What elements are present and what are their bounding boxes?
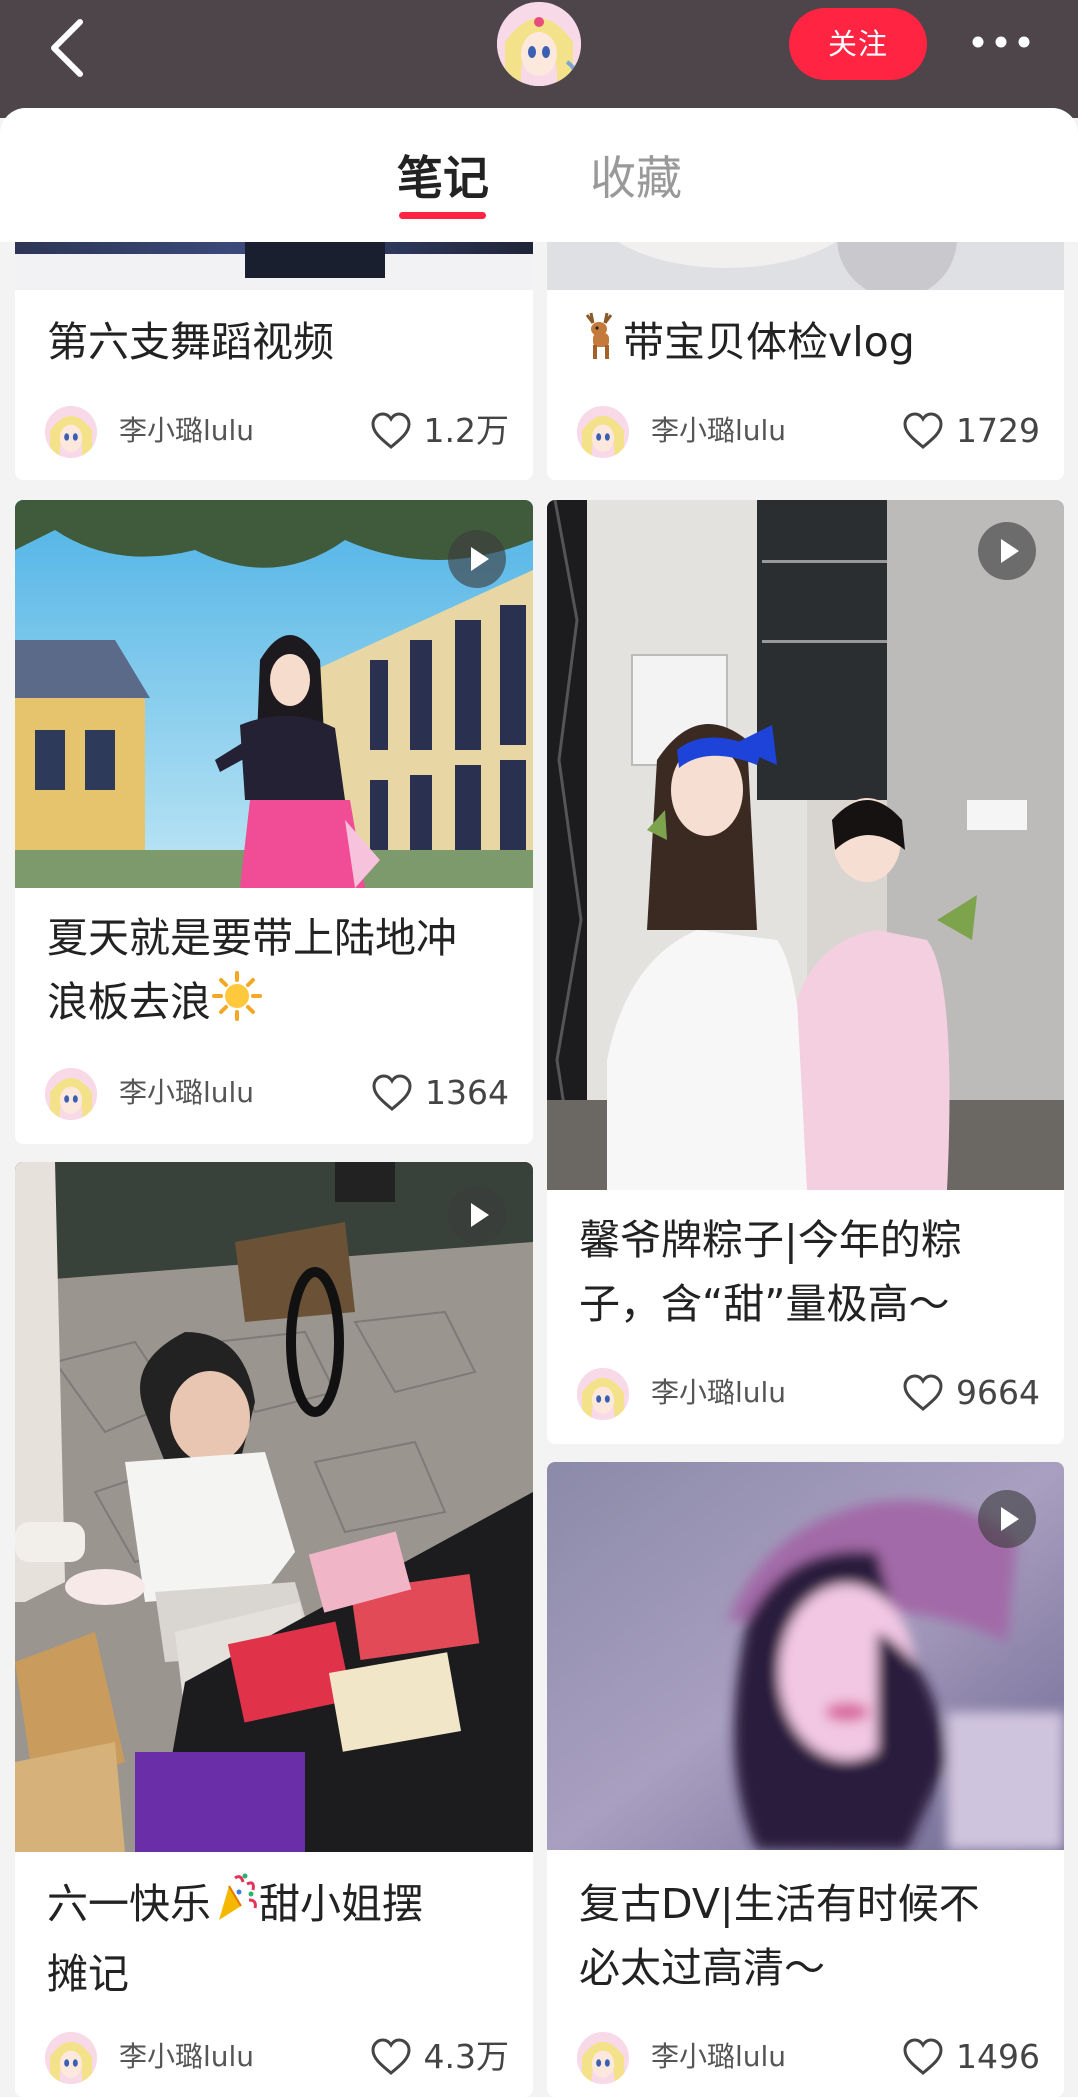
like-count: 4.3万 xyxy=(423,2037,509,2076)
note-title-line1-rest: 甜小姐摆 xyxy=(259,1880,423,1928)
note-title-line2: 子，含“甜”量极高～ xyxy=(579,1280,950,1328)
note-title: 第六支舞蹈视频 xyxy=(47,318,334,366)
like-button[interactable]: 9664 xyxy=(902,1370,1040,1416)
note-title-line2: 必太过高清～ xyxy=(579,1944,825,1992)
heart-icon xyxy=(903,2038,943,2075)
note-title-line2: 浪板去浪 xyxy=(47,978,211,1026)
active-tab-indicator xyxy=(399,212,486,219)
content-panel: 笔记 收藏 第六支舞蹈视频 李小璐lulu 1.2万 带宝贝体检vlog 李小璐… xyxy=(0,108,1078,2097)
confetti-emoji xyxy=(211,1872,259,1942)
profile-avatar[interactable] xyxy=(497,2,581,86)
top-bar: 关注 xyxy=(0,0,1078,118)
like-count: 9664 xyxy=(956,1373,1040,1412)
like-button[interactable]: 1496 xyxy=(902,2034,1040,2080)
note-title: 馨爷牌粽子|今年的粽 子，含“甜”量极高～ xyxy=(579,1208,1044,1336)
note-title-line1: 馨爷牌粽子|今年的粽 xyxy=(579,1216,962,1264)
heart-icon xyxy=(371,2038,411,2075)
author-avatar[interactable] xyxy=(577,2032,629,2084)
note-title: 六一快乐 甜小姐摆 摊记 xyxy=(47,1872,513,2006)
author-name[interactable]: 李小璐lulu xyxy=(119,412,254,450)
note-title-line1: 夏天就是要带上陆地冲 xyxy=(47,914,457,962)
sun-emoji xyxy=(211,970,263,1040)
play-icon xyxy=(978,1490,1036,1548)
author-avatar[interactable] xyxy=(577,1368,629,1420)
note-meta: 李小璐lulu 1.2万 xyxy=(45,402,509,460)
author-name[interactable]: 李小璐lulu xyxy=(119,1074,254,1112)
tab-bar: 笔记 收藏 xyxy=(0,108,1078,242)
author-avatar[interactable] xyxy=(45,1068,97,1120)
heart-icon xyxy=(903,412,943,449)
deer-emoji xyxy=(579,311,623,379)
note-title-line1: 复古DV|生活有时候不 xyxy=(579,1880,980,1928)
author-avatar[interactable] xyxy=(45,406,97,458)
like-count: 1496 xyxy=(956,2037,1040,2076)
note-title: 复古DV|生活有时候不 必太过高清～ xyxy=(579,1872,1044,2000)
like-button[interactable]: 1.2万 xyxy=(370,408,509,454)
more-dots-icon[interactable] xyxy=(966,22,1036,62)
note-cover-image xyxy=(547,1462,1064,1850)
author-avatar[interactable] xyxy=(577,406,629,458)
like-count: 1.2万 xyxy=(423,411,509,450)
author-name[interactable]: 李小璐lulu xyxy=(651,1374,786,1412)
author-name[interactable]: 李小璐lulu xyxy=(651,412,786,450)
note-title-line2: 摊记 xyxy=(47,1950,129,1998)
play-icon xyxy=(448,1186,506,1244)
author-avatar[interactable] xyxy=(45,2032,97,2084)
like-button[interactable]: 4.3万 xyxy=(370,2034,509,2080)
note-meta: 李小璐lulu 1729 xyxy=(577,402,1040,460)
note-meta: 李小璐lulu 1364 xyxy=(45,1064,509,1122)
like-count: 1729 xyxy=(956,411,1040,450)
note-title-line1: 六一快乐 xyxy=(47,1880,211,1928)
note-card[interactable]: 夏天就是要带上陆地冲 浪板去浪 李小璐lulu 1364 xyxy=(15,500,533,1144)
note-title: 带宝贝体检vlog xyxy=(579,310,1044,379)
like-count: 1364 xyxy=(425,1073,509,1112)
note-meta: 李小璐lulu 9664 xyxy=(577,1364,1040,1422)
note-card[interactable]: 六一快乐 甜小姐摆 摊记 李小璐lulu 4.3万 xyxy=(15,1162,533,2097)
author-name[interactable]: 李小璐lulu xyxy=(119,2038,254,2076)
note-meta: 李小璐lulu 4.3万 xyxy=(45,2028,509,2086)
author-name[interactable]: 李小璐lulu xyxy=(651,2038,786,2076)
chevron-left-icon[interactable] xyxy=(46,16,96,80)
note-cover-image xyxy=(15,500,533,888)
note-title: 夏天就是要带上陆地冲 浪板去浪 xyxy=(47,906,513,1040)
note-title-text: 带宝贝体检vlog xyxy=(623,318,915,366)
follow-button[interactable]: 关注 xyxy=(789,8,927,80)
note-meta: 李小璐lulu 1496 xyxy=(577,2028,1040,2086)
like-button[interactable]: 1364 xyxy=(371,1070,509,1116)
heart-icon xyxy=(903,1374,943,1411)
note-cover-image xyxy=(15,1162,533,1852)
note-card[interactable]: 馨爷牌粽子|今年的粽 子，含“甜”量极高～ 李小璐lulu 9664 xyxy=(547,500,1064,1444)
like-button[interactable]: 1729 xyxy=(902,408,1040,454)
tab-notes[interactable]: 笔记 xyxy=(397,150,489,206)
note-card[interactable]: 复古DV|生活有时候不 必太过高清～ 李小璐lulu 1496 xyxy=(547,1462,1064,2097)
play-icon xyxy=(978,522,1036,580)
play-icon xyxy=(448,530,506,588)
tab-favorites[interactable]: 收藏 xyxy=(590,150,682,206)
note-cover-image xyxy=(547,500,1064,1190)
heart-icon xyxy=(372,1074,412,1111)
heart-icon xyxy=(371,412,411,449)
